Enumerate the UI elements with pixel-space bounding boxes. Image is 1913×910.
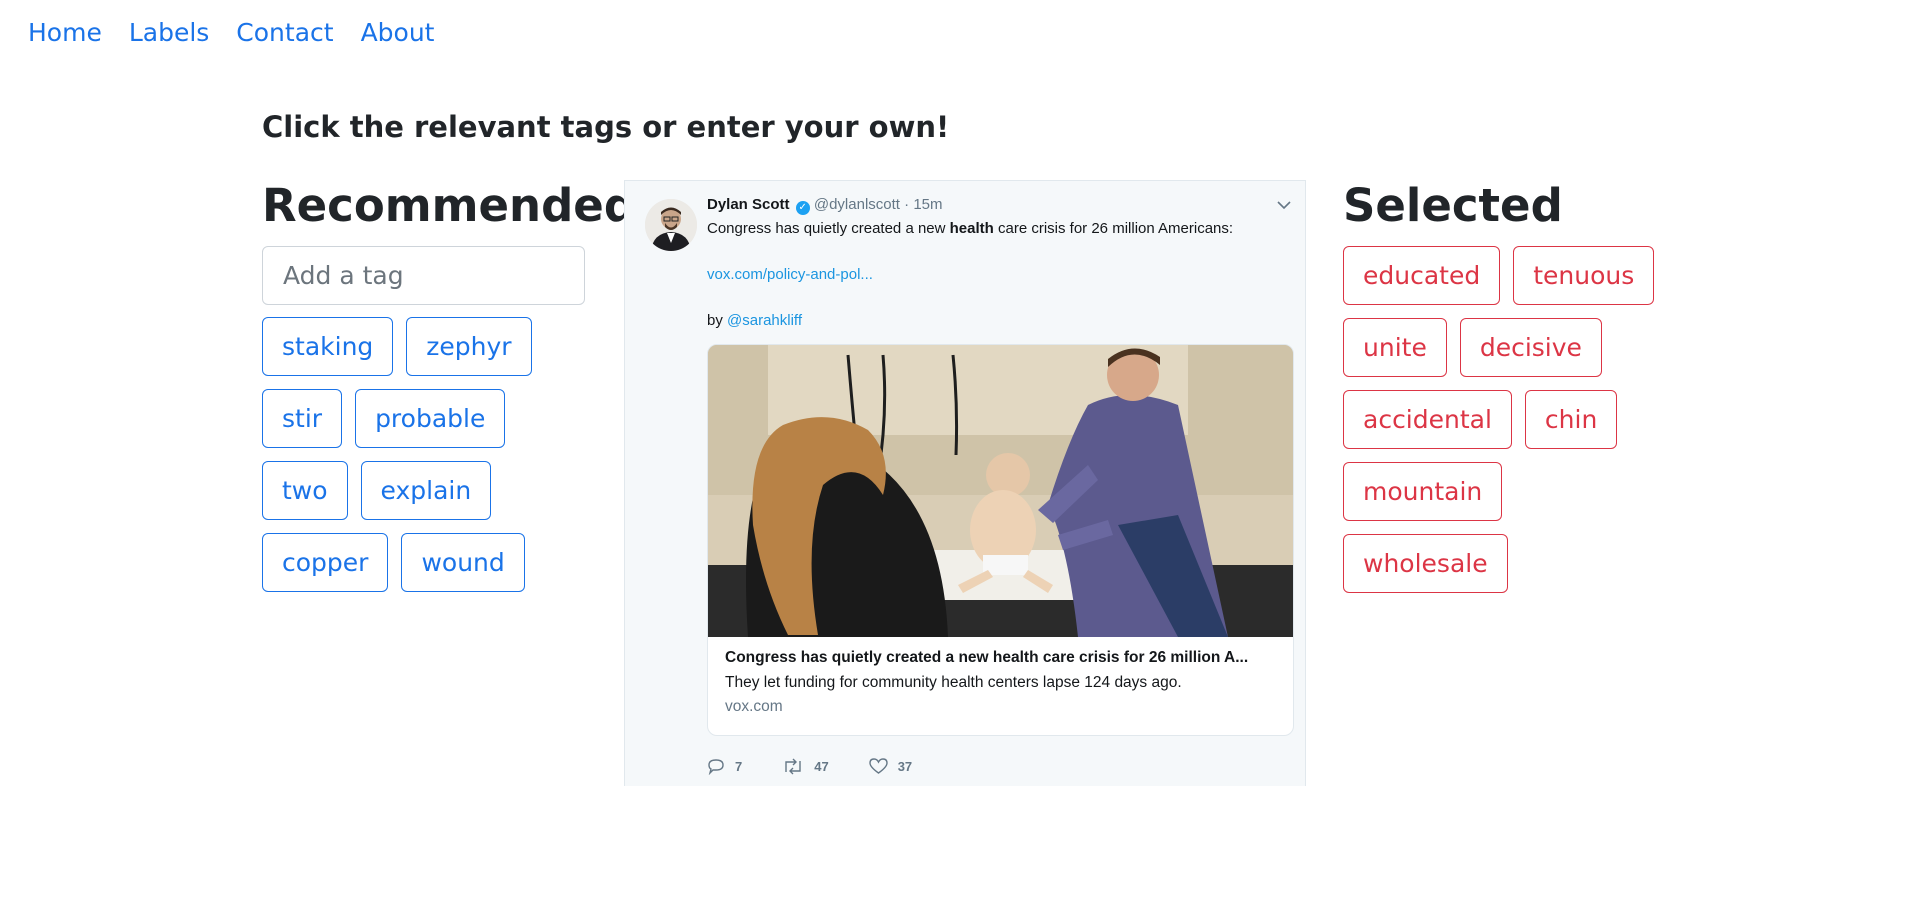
selected-tag[interactable]: accidental bbox=[1343, 390, 1512, 449]
reply-action[interactable]: 7 bbox=[707, 758, 742, 775]
selected-tag[interactable]: unite bbox=[1343, 318, 1447, 377]
recommended-tag[interactable]: probable bbox=[355, 389, 506, 448]
tweet-link[interactable]: vox.com/policy-and-pol... bbox=[707, 266, 873, 283]
tweet-text-after: care crisis for 26 million Americans: bbox=[993, 220, 1234, 237]
byline-prefix: by bbox=[707, 312, 728, 329]
tweet-handle[interactable]: @dylanlscott bbox=[814, 196, 900, 213]
retweet-action[interactable]: 47 bbox=[782, 758, 829, 775]
tag-row: stir probable bbox=[262, 389, 592, 448]
reply-count: 7 bbox=[735, 759, 743, 774]
nav-about-link[interactable]: About bbox=[361, 18, 435, 47]
selected-tag[interactable]: wholesale bbox=[1343, 534, 1508, 593]
tag-row: two explain bbox=[262, 461, 592, 520]
recommended-tag[interactable]: stir bbox=[262, 389, 343, 448]
tweet-time[interactable]: 15m bbox=[913, 196, 942, 213]
selected-tag[interactable]: chin bbox=[1524, 390, 1618, 449]
recommended-tag[interactable]: staking bbox=[262, 317, 394, 376]
retweet-icon bbox=[785, 758, 801, 775]
link-preview-card[interactable]: Congress has quietly created a new healt… bbox=[707, 344, 1294, 736]
tweet-text-bold: health bbox=[949, 220, 994, 237]
tag-row: mountain bbox=[1343, 462, 1673, 521]
selected-panel: Selected educated tenuous unite decisive… bbox=[1343, 178, 1673, 606]
link-preview-title: Congress has quietly created a new healt… bbox=[725, 649, 1249, 666]
add-tag-input[interactable] bbox=[262, 246, 585, 305]
link-preview-text: Congress has quietly created a new healt… bbox=[708, 637, 1293, 728]
link-preview-domain: vox.com bbox=[725, 698, 783, 715]
heart-icon bbox=[869, 758, 888, 774]
tweet-text: Congress has quietly created a new healt… bbox=[707, 217, 1292, 240]
recommended-tag[interactable]: wound bbox=[401, 533, 525, 592]
tag-row: educated tenuous bbox=[1343, 246, 1673, 305]
recommended-title: Recommended bbox=[262, 179, 637, 232]
reply-icon bbox=[708, 759, 724, 775]
top-nav: Home Labels Contact About bbox=[0, 0, 461, 64]
selected-title: Selected bbox=[1343, 179, 1563, 232]
tweet-byline: by @sarahkliff bbox=[707, 309, 1292, 332]
recommended-tag[interactable]: two bbox=[262, 461, 348, 520]
recommended-tag[interactable]: explain bbox=[360, 461, 492, 520]
retweet-count: 47 bbox=[814, 759, 829, 774]
nav-home-link[interactable]: Home bbox=[28, 18, 102, 47]
tweet-body: Dylan Scott ✓ @dylanlscott · 15m Congres… bbox=[707, 195, 1292, 332]
recommended-tag[interactable]: zephyr bbox=[406, 317, 532, 376]
selected-tag[interactable]: decisive bbox=[1459, 318, 1602, 377]
tweet-text-before: Congress has quietly created a new bbox=[707, 220, 950, 237]
link-preview-description: They let funding for community health ce… bbox=[725, 674, 1182, 691]
tweet-author-name[interactable]: Dylan Scott bbox=[707, 196, 790, 213]
verified-icon: ✓ bbox=[795, 201, 810, 215]
selected-tag[interactable]: tenuous bbox=[1513, 246, 1655, 305]
tag-row: staking zephyr bbox=[262, 317, 592, 376]
avatar bbox=[645, 199, 697, 251]
tweet-separator: · bbox=[904, 196, 910, 213]
nav-labels-link[interactable]: Labels bbox=[129, 18, 209, 47]
selected-tag[interactable]: educated bbox=[1343, 246, 1501, 305]
recommended-panel: Recommended staking zephyr stir probable… bbox=[262, 178, 637, 605]
tag-row: unite decisive bbox=[1343, 318, 1673, 377]
recommended-tag[interactable]: copper bbox=[262, 533, 389, 592]
tweet-card: Dylan Scott ✓ @dylanlscott · 15m Congres… bbox=[624, 180, 1306, 786]
tweet-actions: 7 47 37 bbox=[707, 758, 952, 775]
tweet-link-line: vox.com/policy-and-pol... bbox=[707, 263, 1292, 286]
selected-tag[interactable]: mountain bbox=[1343, 462, 1503, 521]
nav-contact-link[interactable]: Contact bbox=[236, 18, 333, 47]
link-preview-image bbox=[708, 345, 1293, 637]
tweet-header: Dylan Scott ✓ @dylanlscott · 15m bbox=[707, 195, 1292, 215]
byline-handle-link[interactable]: @sarahkliff bbox=[727, 312, 802, 329]
tag-row: wholesale bbox=[1343, 534, 1673, 593]
like-count: 37 bbox=[897, 759, 913, 774]
tag-row: copper wound bbox=[262, 533, 592, 592]
page-prompt: Click the relevant tags or enter your ow… bbox=[262, 110, 950, 144]
tag-row: accidental chin bbox=[1343, 390, 1673, 449]
like-action[interactable]: 37 bbox=[869, 758, 912, 775]
